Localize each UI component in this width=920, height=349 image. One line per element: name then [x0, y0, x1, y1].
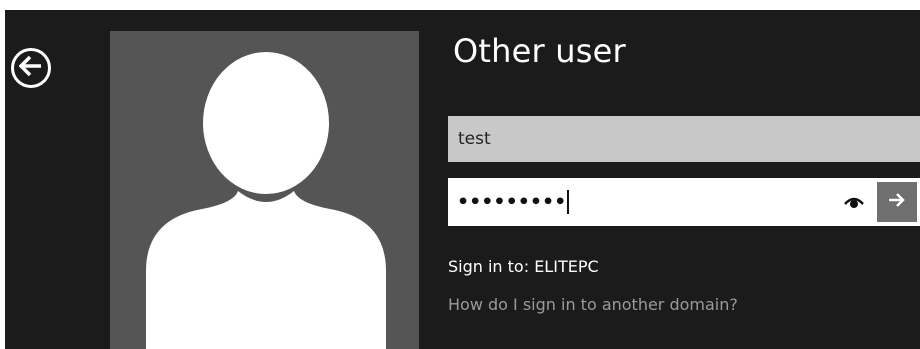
text-caret: [567, 190, 570, 214]
username-value: test: [458, 129, 491, 149]
eye-icon[interactable]: [843, 191, 865, 213]
back-button[interactable]: [11, 48, 51, 88]
password-value: •••••••••: [457, 191, 567, 213]
submit-button[interactable]: [877, 182, 917, 222]
other-domain-link[interactable]: How do I sign in to another domain?: [448, 295, 738, 314]
username-field[interactable]: test: [448, 116, 920, 162]
page-title: Other user: [453, 32, 626, 70]
arrow-right-icon: [888, 192, 906, 212]
user-tile: [110, 31, 419, 349]
person-silhouette-icon: [146, 52, 386, 349]
password-field[interactable]: •••••••••: [448, 178, 920, 226]
arrow-left-icon: [18, 55, 43, 81]
sign-in-domain-text: Sign in to: ELITEPC: [448, 257, 599, 276]
lock-screen: Other user test ••••••••• Sign in to: EL…: [5, 10, 920, 349]
